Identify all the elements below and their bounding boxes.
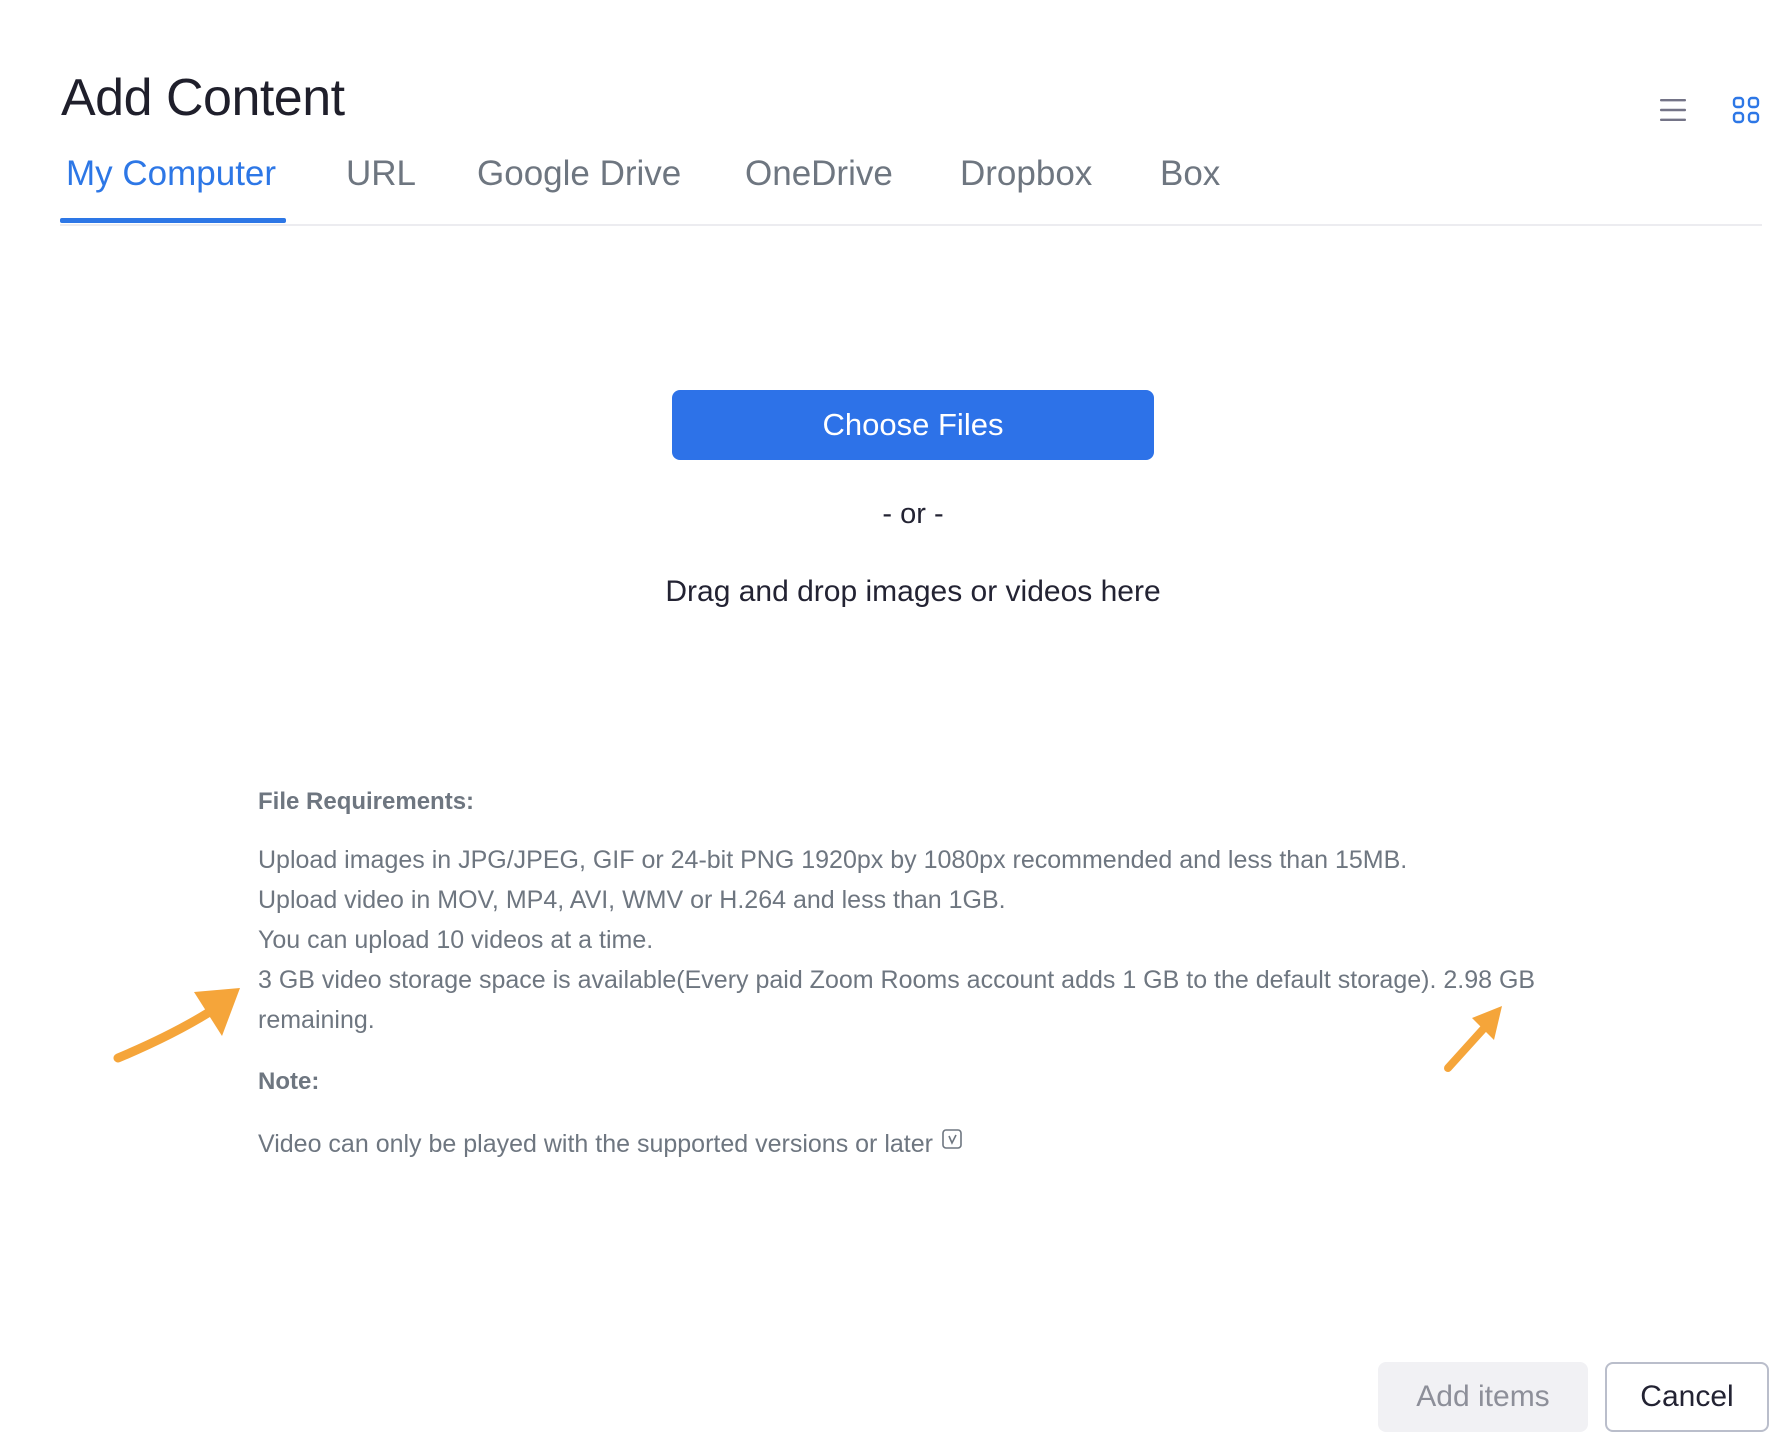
note-text: Video can only be played with the suppor… (258, 1130, 933, 1158)
dialog-title: Add Content (61, 69, 345, 127)
annotation-arrow-left (113, 988, 240, 1063)
tab-google-drive[interactable]: Google Drive (477, 154, 681, 194)
tab-dropbox[interactable]: Dropbox (960, 154, 1092, 194)
tab-onedrive[interactable]: OneDrive (745, 154, 893, 194)
active-tab-indicator (60, 218, 286, 223)
requirement-storage: 3 GB video storage space is available(Ev… (258, 966, 1536, 1034)
note-text-row: Video can only be played with the suppor… (258, 1124, 1588, 1164)
list-view-icon (1660, 99, 1686, 121)
source-tabs: My Computer URL Google Drive OneDrive Dr… (60, 150, 1762, 226)
list-view-toggle[interactable] (1655, 92, 1691, 128)
tab-my-computer[interactable]: My Computer (66, 154, 276, 194)
requirement-video: Upload video in MOV, MP4, AVI, WMV or H.… (258, 886, 1006, 914)
file-requirements: File Requirements: Upload images in JPG/… (258, 782, 1588, 1164)
add-content-dialog: Add Content My Computer URL Google Drive… (0, 0, 1782, 1444)
drop-zone-text[interactable]: Drag and drop images or videos here (560, 575, 1266, 609)
add-items-button[interactable]: Add items (1378, 1362, 1588, 1432)
tab-box[interactable]: Box (1160, 154, 1220, 194)
external-link-icon[interactable] (941, 1122, 963, 1162)
grid-view-toggle[interactable] (1728, 92, 1764, 128)
requirements-heading: File Requirements: (258, 788, 475, 815)
tab-url[interactable]: URL (346, 154, 416, 194)
cancel-button[interactable]: Cancel (1605, 1362, 1769, 1432)
requirement-upload-count: You can upload 10 videos at a time. (258, 926, 654, 954)
requirement-images: Upload images in JPG/JPEG, GIF or 24-bit… (258, 846, 1408, 874)
note-heading: Note: (258, 1068, 320, 1095)
choose-files-button[interactable]: Choose Files (672, 390, 1154, 460)
grid-view-icon (1732, 96, 1760, 124)
or-separator: - or - (882, 498, 944, 530)
annotation-arrow-right (1444, 1006, 1502, 1072)
